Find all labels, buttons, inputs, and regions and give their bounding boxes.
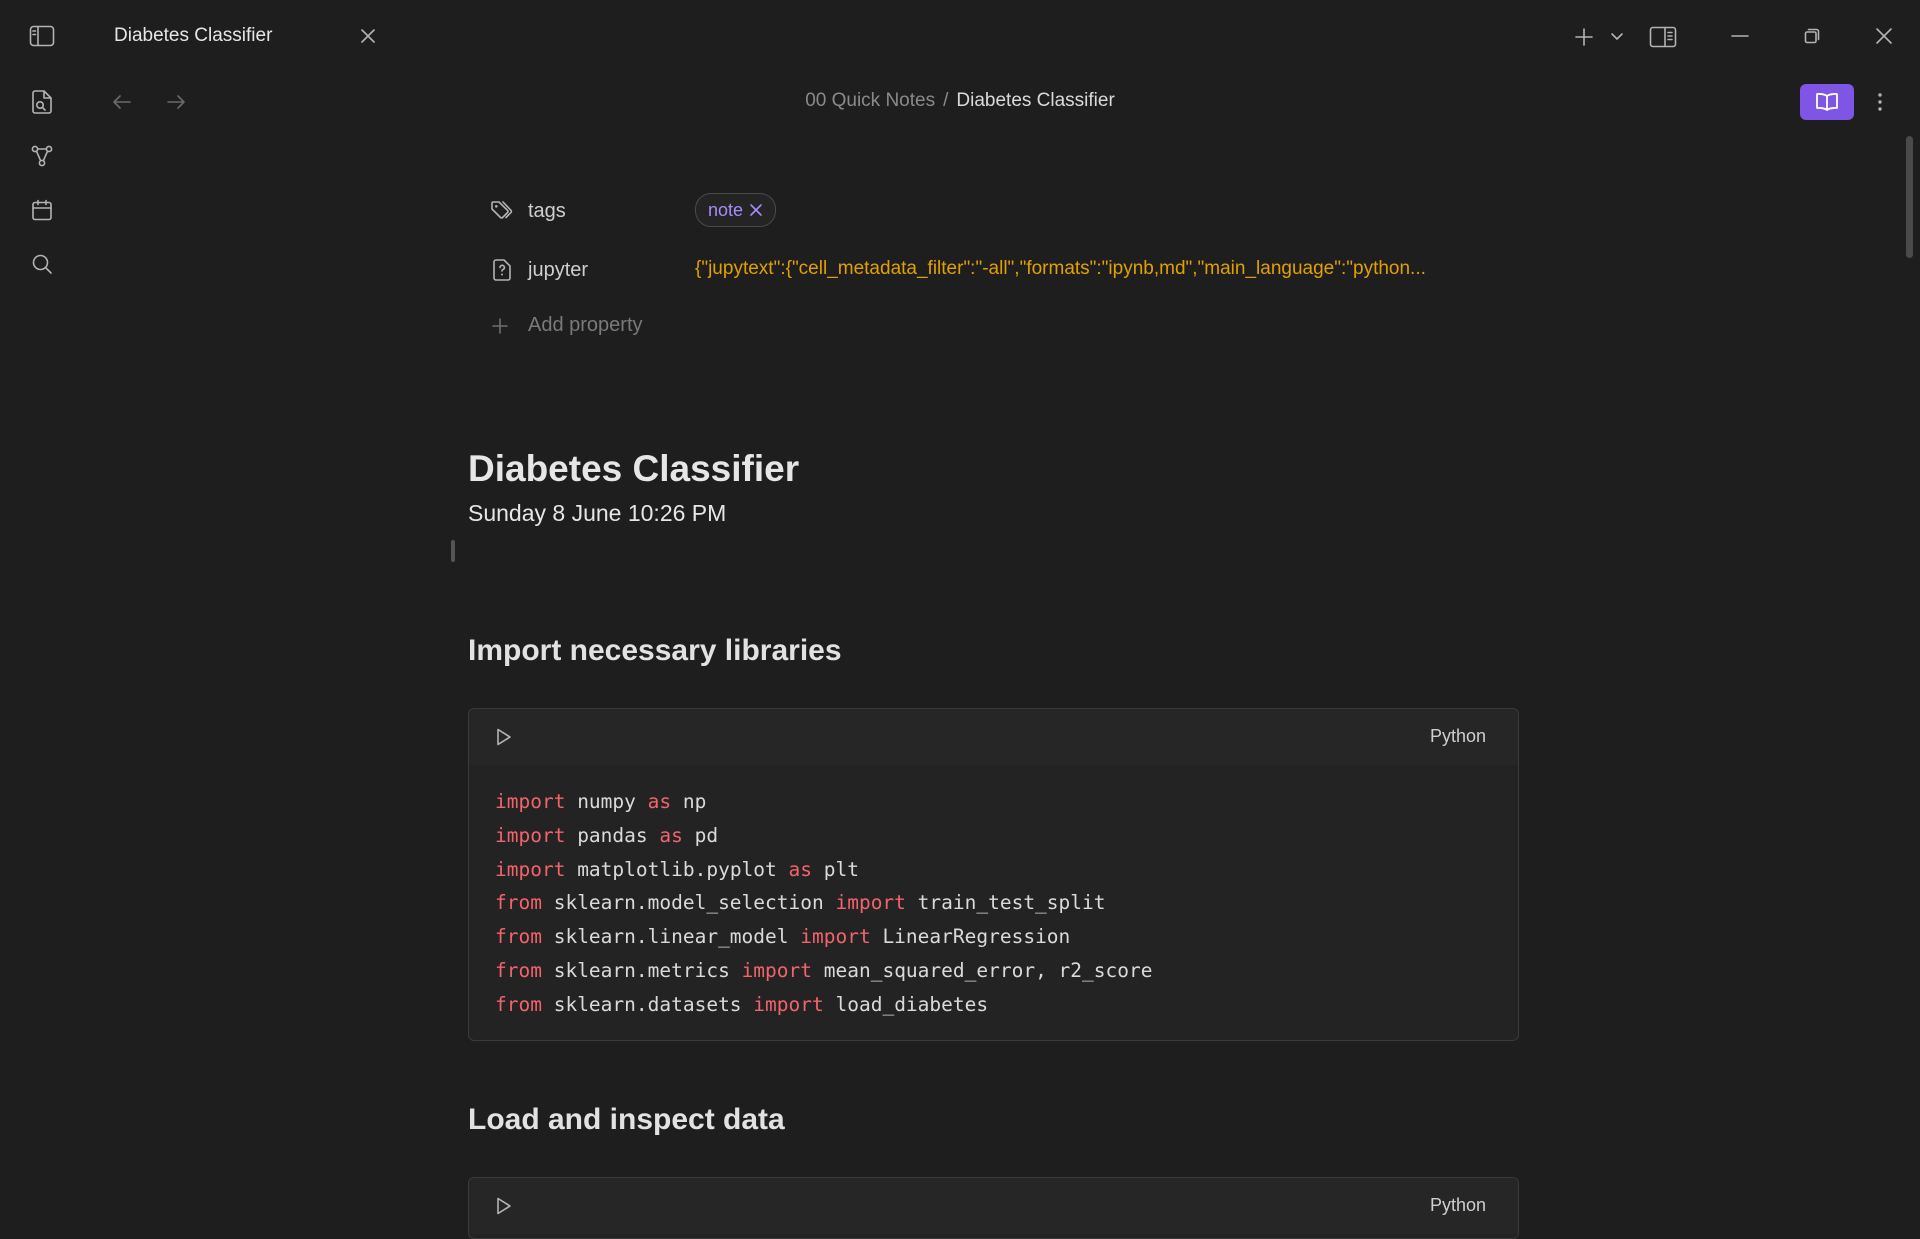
code-line: import matplotlib.pyplot as plt (495, 853, 1492, 887)
breadcrumb: 00 Quick Notes / Diabetes Classifier (0, 90, 1920, 112)
code-text: sklearn.linear_model (541, 925, 801, 949)
property-value-jupyter[interactable]: {"jupytext":{"cell_metadata_filter":"-al… (695, 258, 1505, 280)
tags-icon (491, 201, 513, 219)
restore-icon[interactable] (1802, 26, 1822, 46)
code-keyword: import (835, 891, 906, 915)
run-code-icon[interactable] (491, 1194, 515, 1218)
code-text: plt (812, 857, 859, 881)
property-jupyter: jupyter (490, 252, 588, 288)
code-keyword: from (495, 925, 542, 949)
run-code-icon[interactable] (491, 725, 515, 749)
code-keyword: as (659, 823, 683, 847)
property-key-tags[interactable]: tags (528, 200, 566, 223)
property-key-jupyter[interactable]: jupyter (528, 259, 588, 282)
code-text: matplotlib.pyplot (565, 857, 789, 881)
code-text: sklearn.model_selection (541, 891, 836, 915)
code-line: from sklearn.linear_model import LinearR… (495, 920, 1492, 954)
code-language-label: Python (1429, 726, 1486, 746)
code-text: numpy (565, 790, 648, 813)
tab-close-icon[interactable] (356, 24, 380, 48)
code-line: import pandas as pd (495, 819, 1492, 853)
code-keyword: import (800, 925, 871, 949)
unknown-type-icon (493, 259, 511, 281)
text-cursor (451, 540, 455, 562)
code-text: np (671, 790, 707, 813)
code-line: import numpy as np (495, 785, 1492, 819)
section-heading: Import necessary libraries (468, 634, 842, 667)
code-text: sklearn.metrics (541, 958, 742, 982)
code-block: Python import numpy as np import pandas a… (468, 708, 1519, 1041)
book-open-icon (1816, 93, 1838, 111)
remove-tag-icon[interactable] (749, 203, 763, 217)
code-block-header: Python (469, 709, 1518, 765)
code-keyword: as (647, 790, 672, 813)
code-block-header: Python (469, 1178, 1518, 1234)
code-text: train_test_split (905, 891, 1106, 915)
close-icon[interactable] (1873, 25, 1895, 47)
code-line: from sklearn.metrics import mean_squared… (495, 954, 1492, 988)
plus-icon (492, 317, 508, 334)
code-keyword: from (495, 891, 542, 915)
code-line: from sklearn.datasets import load_diabet… (495, 988, 1492, 1022)
code-keyword: import (495, 823, 566, 847)
minimize-icon[interactable] (1730, 24, 1750, 48)
code-text: pandas (565, 823, 660, 847)
code-keyword: import (741, 958, 813, 982)
document-date: Sunday 8 June 10:26 PM (468, 500, 727, 526)
more-options-icon[interactable] (1870, 90, 1890, 114)
reading-view-button[interactable] (1800, 84, 1854, 120)
chevron-down-icon[interactable] (1607, 27, 1627, 47)
code-language-label: Python (1429, 1195, 1486, 1215)
breadcrumb-current[interactable]: Diabetes Classifier (956, 90, 1114, 111)
graph-icon[interactable] (26, 140, 58, 172)
code-text: sklearn.datasets (541, 992, 754, 1016)
code-keyword: import (495, 857, 566, 881)
code-keyword: import (495, 790, 566, 813)
code-text: load_diabetes (823, 992, 989, 1016)
code-keyword: as (788, 857, 812, 881)
code-content[interactable]: import numpy as np import pandas as pd imp… (469, 765, 1518, 1040)
code-keyword: import (753, 992, 824, 1016)
add-property-button[interactable]: Add property (490, 314, 643, 337)
document-title: Diabetes Classifier (468, 448, 800, 489)
section-heading: Load and inspect data (468, 1103, 785, 1136)
vertical-scrollbar[interactable] (1906, 136, 1913, 258)
tag-label: note (708, 199, 744, 220)
tag-pill-note[interactable]: note (695, 193, 777, 227)
code-text: pd (682, 823, 719, 847)
code-block: Python (468, 1177, 1519, 1239)
breadcrumb-separator: / (943, 90, 949, 111)
add-property-label: Add property (528, 314, 643, 336)
split-pane-icon[interactable] (1648, 22, 1678, 52)
code-keyword: from (495, 958, 542, 982)
tab-title[interactable]: Diabetes Classifier (114, 25, 272, 47)
plus-icon[interactable] (1571, 24, 1597, 50)
sidebar-toggle-icon[interactable] (26, 20, 58, 52)
code-line: from sklearn.model_selection import trai… (495, 886, 1492, 920)
breadcrumb-parent[interactable]: 00 Quick Notes (805, 90, 935, 111)
code-text: mean_squared_error, r2_score (812, 958, 1153, 982)
code-keyword: from (495, 992, 542, 1016)
property-tags: tags (490, 193, 566, 229)
code-text: LinearRegression (870, 925, 1071, 949)
calendar-icon[interactable] (26, 194, 58, 226)
search-icon[interactable] (26, 248, 58, 280)
